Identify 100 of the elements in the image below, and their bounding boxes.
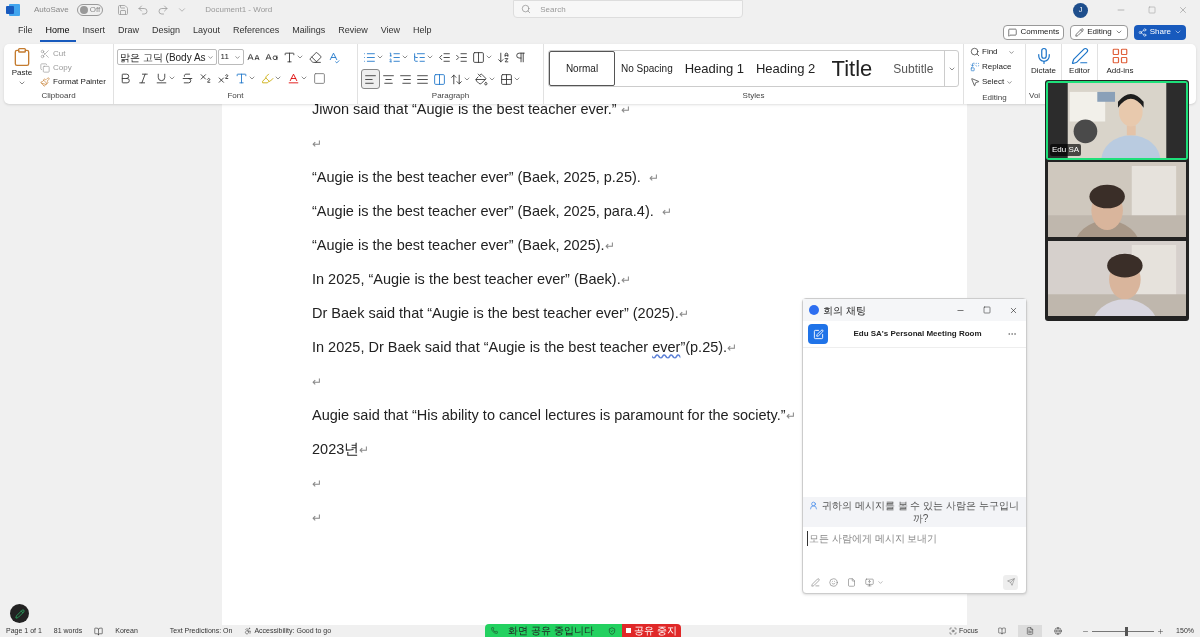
zoom-in-icon[interactable] xyxy=(1157,627,1165,635)
caret-icon[interactable] xyxy=(1007,48,1015,56)
close-icon[interactable] xyxy=(1178,5,1188,15)
screenshot-icon[interactable] xyxy=(865,577,874,587)
dictate-button[interactable]: Dictate xyxy=(1031,47,1056,77)
redo-icon[interactable] xyxy=(157,4,170,16)
ribbon-tab[interactable]: Design xyxy=(146,22,187,42)
ribbon-tab[interactable]: Help xyxy=(407,22,438,42)
focus-icon[interactable] xyxy=(949,627,958,635)
pencil-icon[interactable] xyxy=(1075,27,1085,37)
grid-icon[interactable] xyxy=(1111,47,1129,65)
maximize-icon[interactable] xyxy=(983,306,991,314)
document-paragraph: ↵ xyxy=(312,476,322,494)
file-icon[interactable] xyxy=(847,577,856,587)
font-size-dropdown[interactable]: 11 xyxy=(217,49,244,65)
caret-icon[interactable] xyxy=(1174,28,1182,36)
find-button[interactable]: Find xyxy=(970,46,1019,58)
ribbon-tab[interactable]: File xyxy=(12,22,39,42)
user-icon xyxy=(809,501,818,510)
search-icon[interactable] xyxy=(521,4,532,14)
paste-button[interactable]: Paste xyxy=(10,47,34,92)
sharing-status-text: 화면 공유 중입니다 xyxy=(508,624,594,637)
document-paragraph: Augie said that “His ability to cancel lectures is paramount for the society.”↵ xyxy=(312,406,796,426)
format-painter-button[interactable]: Format Painter xyxy=(40,76,106,88)
style-option[interactable]: Heading 1 xyxy=(678,51,750,86)
shield-icon xyxy=(608,626,616,635)
book-icon[interactable] xyxy=(998,627,1007,635)
pen-icon[interactable] xyxy=(1070,47,1089,65)
close-icon[interactable] xyxy=(1009,305,1018,315)
ribbon-tab[interactable]: Insert xyxy=(76,22,112,42)
send-button[interactable] xyxy=(1003,574,1018,590)
page-icon[interactable] xyxy=(1026,627,1035,635)
share-button[interactable]: Share xyxy=(1133,24,1186,40)
document-paragraph: “Augie is the best teacher ever” (Baek, 2025).↵ xyxy=(312,236,615,256)
stop-icon xyxy=(626,628,631,633)
comment-icon[interactable] xyxy=(1008,27,1018,37)
accessibility-icon[interactable] xyxy=(244,627,253,635)
document-title: Document1 - Word xyxy=(205,4,274,16)
undo-icon[interactable] xyxy=(137,4,150,16)
ribbon-tab[interactable]: Mailings xyxy=(286,22,332,42)
share-icon[interactable] xyxy=(1137,27,1147,37)
document-paragraph: ↵ xyxy=(312,510,322,528)
font-label: Font xyxy=(227,92,244,102)
style-option[interactable]: Title xyxy=(821,51,883,86)
style-option[interactable]: No Spacing xyxy=(615,51,679,86)
style-option[interactable]: Heading 2 xyxy=(750,51,822,86)
replace-icon[interactable] xyxy=(970,62,980,72)
voice-label: Voi xyxy=(1029,92,1041,102)
meeting-room-title: Edu SA's Personal Meeting Room xyxy=(852,328,983,340)
comments-button[interactable]: Comments xyxy=(1003,24,1065,40)
paintbrush-icon[interactable] xyxy=(40,77,50,87)
annotate-button[interactable] xyxy=(10,604,29,623)
proofing-icon[interactable] xyxy=(94,626,104,636)
ribbon-tab[interactable]: Home xyxy=(39,22,76,42)
scissors-icon[interactable] xyxy=(40,49,50,59)
search-field[interactable]: Search xyxy=(513,0,744,18)
document-paragraph: ↵ xyxy=(312,136,322,154)
search-icon[interactable] xyxy=(970,47,980,57)
clipboard-icon[interactable] xyxy=(12,47,32,67)
document-paragraph: “Augie is the best teacher ever” (Baek, 2025, p.25). ↵ xyxy=(312,168,659,188)
document-paragraph: In 2025, “Augie is the best teacher ever” (Baek).↵ xyxy=(312,270,631,290)
clipboard-label: Clipboard xyxy=(41,92,76,102)
print-view-button[interactable] xyxy=(1018,625,1043,637)
emoji-icon[interactable] xyxy=(829,577,838,587)
send-icon[interactable] xyxy=(1006,578,1015,586)
ribbon-tab[interactable]: Layout xyxy=(187,22,227,42)
phone-icon xyxy=(491,627,498,634)
style-option[interactable]: Subtitle xyxy=(882,51,944,86)
editing-button[interactable]: Editing xyxy=(1070,24,1128,40)
globe-icon[interactable] xyxy=(1054,627,1063,635)
document-paragraph: “Augie is the best teacher ever” (Baek, 2025, para.4). ↵ xyxy=(312,202,672,222)
compose-icon[interactable] xyxy=(808,324,828,344)
copy-icon[interactable] xyxy=(40,63,50,73)
message-input[interactable]: 모든 사람에게 메시지 보내기 xyxy=(807,531,1022,546)
caret-icon[interactable] xyxy=(18,79,26,87)
caret-icon[interactable] xyxy=(1114,28,1123,36)
add-ins-button[interactable]: Add-ins xyxy=(1106,47,1134,77)
document-paragraph: Jiwon said that “Augie is the best teacher ever.” ↵ xyxy=(312,104,631,120)
editor-button[interactable]: Editor xyxy=(1069,47,1090,77)
caret-icon[interactable] xyxy=(1006,78,1014,86)
caret-icon[interactable] xyxy=(233,53,241,61)
ribbon-tab[interactable]: View xyxy=(374,22,407,42)
stop-share-button[interactable]: 공유 중지 xyxy=(622,624,681,637)
pointer-icon[interactable] xyxy=(970,77,980,87)
speaker-frame[interactable]: Edu SA xyxy=(1046,81,1188,160)
styles-label: Styles xyxy=(742,92,765,102)
document-paragraph: 2023년↵ xyxy=(312,440,370,460)
save-icon[interactable] xyxy=(117,4,130,16)
font-name-dropdown[interactable]: 맑은 고딕 (Body As xyxy=(117,49,217,65)
zoom-thumb[interactable] xyxy=(1124,626,1128,636)
ribbon-tab[interactable]: Draw xyxy=(112,22,146,42)
caret-icon[interactable] xyxy=(206,53,214,61)
document-paragraph: In 2025, Dr Baek said that “Augie is the best teacher ever”(p.25).↵ xyxy=(312,338,738,358)
style-option[interactable]: Normal xyxy=(549,51,615,86)
ribbon-tab[interactable]: Review xyxy=(332,22,374,42)
replace-button[interactable]: Replace xyxy=(970,61,1019,73)
autosave-label: AutoSave xyxy=(34,4,69,16)
select-button[interactable]: Select xyxy=(970,76,1019,88)
participant-name: Edu SA xyxy=(1050,144,1082,156)
ribbon-tab[interactable]: References xyxy=(227,22,286,42)
